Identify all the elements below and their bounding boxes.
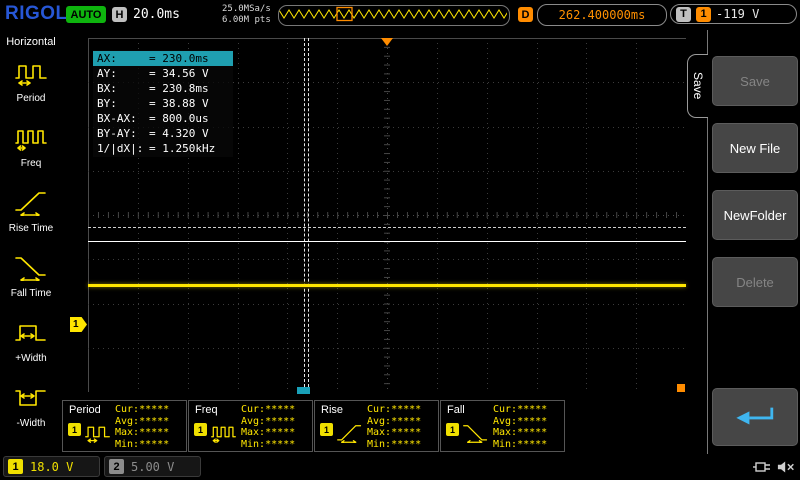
period-icon (84, 421, 111, 448)
graticule: AX:= 230.0ms AY:= 34.56 V BX:= 230.8ms B… (88, 38, 686, 392)
cursor-row-by: BY:= 38.88 V (93, 96, 233, 111)
measurement-values: Cur:***** Avg:***** Max:***** Min:***** (493, 404, 547, 450)
bottom-status-bar: 1 18.0 V 2 5.00 V (0, 454, 800, 480)
cursor-readout-panel: AX:= 230.0ms AY:= 34.56 V BX:= 230.8ms B… (93, 50, 233, 157)
window-position-marker (337, 8, 352, 21)
measurement-box-rise: Rise 1 Cur:***** Avg:***** Max:***** Min… (314, 400, 439, 452)
channel2-badge: 2 (109, 459, 124, 474)
trigger-level-value: -119 V (716, 7, 759, 21)
memory-depth: 6.00M pts (222, 15, 271, 26)
new-folder-button[interactable]: NewFolder (712, 190, 798, 240)
sample-rate: 25.0MSa/s (222, 4, 271, 15)
measurement-label: Freq (195, 404, 218, 416)
cursor-ab-tag (297, 387, 310, 394)
delay-value: 262.400000ms (537, 4, 667, 26)
left-measure-menu: Horizontal Period Freq Rise Time (0, 30, 62, 454)
back-button[interactable] (712, 388, 798, 446)
channel1-scale: 18.0 V (30, 460, 73, 474)
sidebar-item-freq[interactable]: Freq (0, 123, 62, 169)
cursor-ax-line[interactable] (304, 38, 305, 392)
cursor-row-byay: BY-AY:= 4.320 V (93, 126, 233, 141)
cursor-row-ax: AX:= 230.0ms (93, 51, 233, 66)
sidebar-item-plus-width[interactable]: +Width (0, 318, 62, 364)
minus-width-icon (13, 383, 49, 411)
cursor-row-ay: AY:= 34.56 V (93, 66, 233, 81)
rigol-logo: RIGOL (5, 3, 68, 25)
measurement-values: Cur:***** Avg:***** Max:***** Min:***** (367, 404, 421, 450)
speaker-muted-icon (777, 460, 797, 474)
channel2-scale: 5.00 V (131, 460, 174, 474)
channel-badge: 1 (446, 423, 459, 436)
timebase-value: 20.0ms (133, 7, 180, 22)
cursor-row-bxax: BX-AX:= 800.0us (93, 111, 233, 126)
channel-badge: 1 (68, 423, 81, 436)
delete-button[interactable]: Delete (712, 257, 798, 307)
sidebar-item-period[interactable]: Period (0, 58, 62, 104)
channel-badge: 1 (194, 423, 207, 436)
new-file-button[interactable]: New File (712, 123, 798, 173)
channel1-badge: 1 (8, 459, 23, 474)
menu-tab-save: Save (687, 54, 708, 118)
measurement-box-freq: Freq 1 Cur:***** Avg:***** Max:***** Min… (188, 400, 313, 452)
measurement-values: Cur:***** Avg:***** Max:***** Min:***** (241, 404, 295, 450)
top-bar: RIGOL AUTO H 20.0ms 25.0MSa/s 6.00M pts … (0, 0, 800, 30)
trigger-badge: T (676, 7, 691, 22)
trigger-source-badge: 1 (696, 7, 711, 22)
sidebar-item-minus-width[interactable]: -Width (0, 383, 62, 429)
cursor-row-bx: BX:= 230.8ms (93, 81, 233, 96)
measurement-label: Rise (321, 404, 343, 416)
channel2-status[interactable]: 2 5.00 V (104, 456, 201, 477)
cursor-bx-line[interactable] (308, 38, 309, 392)
measure-menu-title: Horizontal (0, 36, 62, 48)
save-button[interactable]: Save (712, 56, 798, 106)
sidebar-item-label: Rise Time (0, 223, 62, 234)
sample-rate-block: 25.0MSa/s 6.00M pts (222, 4, 271, 26)
trigger-info-group[interactable]: T 1 -119 V (670, 4, 797, 24)
measurement-box-period: Period 1 Cur:***** Avg:***** Max:***** M… (62, 400, 187, 452)
channel-badge: 1 (320, 423, 333, 436)
period-icon (13, 58, 49, 86)
sidebar-item-rise-time[interactable]: Rise Time (0, 188, 62, 234)
sidebar-item-label: +Width (0, 353, 62, 364)
cursor-row-inv-dx: 1/|dX|:= 1.250kHz (93, 141, 233, 156)
preview-waveform-icon (279, 6, 507, 23)
channel1-trace (88, 284, 686, 287)
oscilloscope-screen: RIGOL AUTO H 20.0ms 25.0MSa/s 6.00M pts … (0, 0, 800, 480)
return-arrow-icon (727, 400, 783, 434)
sidebar-item-label: -Width (0, 418, 62, 429)
measurement-label: Period (69, 404, 101, 416)
right-soft-menu: Save Save New File NewFolder Delete (686, 30, 800, 454)
usb-icon (752, 461, 772, 473)
measurement-values: Cur:***** Avg:***** Max:***** Min:***** (115, 404, 169, 450)
rise-time-icon (336, 421, 363, 448)
freq-icon (210, 421, 237, 448)
horizontal-scale-group[interactable]: H 20.0ms (112, 7, 180, 22)
trigger-position-marker[interactable] (381, 38, 393, 46)
trigger-level-marker[interactable] (677, 384, 685, 392)
fall-time-icon (13, 253, 49, 281)
sidebar-item-label: Freq (0, 158, 62, 169)
measurement-label: Fall (447, 404, 465, 416)
cursor-by-line[interactable] (88, 227, 686, 228)
acquire-status-badge: AUTO (66, 6, 106, 23)
freq-icon (13, 123, 49, 151)
fall-time-icon (462, 421, 489, 448)
plus-width-icon (13, 318, 49, 346)
h-badge: H (112, 7, 127, 22)
delay-badge: D (518, 7, 533, 22)
channel1-position-marker[interactable]: 1 (70, 317, 87, 332)
sidebar-item-label: Fall Time (0, 288, 62, 299)
rise-time-icon (13, 188, 49, 216)
memory-waveform-preview[interactable] (278, 5, 510, 26)
measurement-box-fall: Fall 1 Cur:***** Avg:***** Max:***** Min… (440, 400, 565, 452)
sidebar-item-label: Period (0, 93, 62, 104)
channel1-status[interactable]: 1 18.0 V (3, 456, 100, 477)
sidebar-item-fall-time[interactable]: Fall Time (0, 253, 62, 299)
cursor-ay-line[interactable] (88, 241, 686, 242)
